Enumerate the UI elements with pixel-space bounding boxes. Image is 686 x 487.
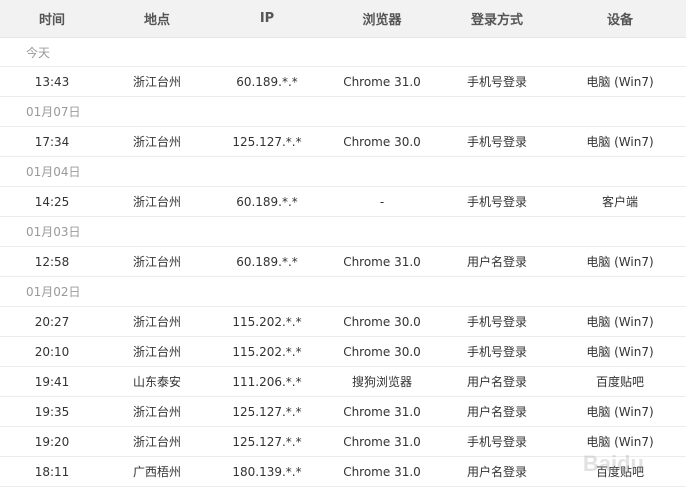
table-row: 13:43 浙江台州 60.189.*.* Chrome 31.0 手机号登录 电脑 (W… xyxy=(0,66,686,97)
table-row: 20:10 浙江台州 115.202.*.* Chrome 30.0 手机号登录 电脑 (… xyxy=(0,336,686,367)
date-label: 01月02日 xyxy=(0,276,686,307)
header-row: 时间 地点 IP 浏览器 登录方式 设备 xyxy=(0,0,686,38)
table-row: 19:20 浙江台州 125.127.*.* Chrome 31.0 手机号登录 电脑 (… xyxy=(0,426,686,457)
ip-cell: 60.189.*.* xyxy=(210,186,324,217)
browser-cell: Chrome 31.0 xyxy=(324,426,440,457)
time-cell: 14:25 xyxy=(0,186,104,217)
table-row: 19:41 山东泰安 111.206.*.* 搜狗浏览器 用户名登录 百度贴吧 xyxy=(0,366,686,397)
login-method-cell: 手机号登录 xyxy=(440,336,554,367)
device-cell: 电脑 (Win7) xyxy=(554,306,686,337)
login-method-cell: 手机号登录 xyxy=(440,126,554,157)
ip-cell: 115.202.*.* xyxy=(210,336,324,367)
login-method-cell: 用户名登录 xyxy=(440,396,554,427)
date-label: 01月07日 xyxy=(0,96,686,127)
date-group-row: 今天 xyxy=(0,37,686,67)
location-cell: 浙江台州 xyxy=(104,396,210,427)
column-header-ip: IP xyxy=(210,0,324,38)
date-group-row: 01月04日 xyxy=(0,156,686,187)
device-cell: 电脑 (Win7) xyxy=(554,396,686,427)
login-history-table: 时间 地点 IP 浏览器 登录方式 设备 今天 13:43 浙江台州 60.189.*… xyxy=(0,0,686,487)
location-cell: 浙江台州 xyxy=(104,336,210,367)
login-method-cell: 手机号登录 xyxy=(440,426,554,457)
date-label: 今天 xyxy=(0,37,686,67)
browser-cell: Chrome 31.0 xyxy=(324,396,440,427)
device-cell: 电脑 (Win7) xyxy=(554,66,686,97)
location-cell: 广西梧州 xyxy=(104,456,210,487)
login-method-cell: 用户名登录 xyxy=(440,456,554,487)
device-cell: 客户端 xyxy=(554,186,686,217)
time-cell: 19:20 xyxy=(0,426,104,457)
table-row: 19:35 浙江台州 125.127.*.* Chrome 31.0 用户名登录 电脑 (… xyxy=(0,396,686,427)
device-cell: 电脑 (Win7) xyxy=(554,336,686,367)
column-header-login-method: 登录方式 xyxy=(440,0,554,38)
ip-cell: 180.139.*.* xyxy=(210,456,324,487)
date-label: 01月03日 xyxy=(0,216,686,247)
time-cell: 20:10 xyxy=(0,336,104,367)
browser-cell: Chrome 31.0 xyxy=(324,246,440,277)
column-header-browser: 浏览器 xyxy=(324,0,440,38)
location-cell: 浙江台州 xyxy=(104,186,210,217)
device-cell: 电脑 (Win7) xyxy=(554,426,686,457)
login-method-cell: 手机号登录 xyxy=(440,306,554,337)
device-cell: 电脑 (Win7) xyxy=(554,246,686,277)
login-method-cell: 手机号登录 xyxy=(440,66,554,97)
table-row: 20:27 浙江台州 115.202.*.* Chrome 30.0 手机号登录 电脑 (… xyxy=(0,306,686,337)
browser-cell: 搜狗浏览器 xyxy=(324,366,440,397)
table-header: 时间 地点 IP 浏览器 登录方式 设备 xyxy=(0,0,686,38)
ip-cell: 125.127.*.* xyxy=(210,126,324,157)
ip-cell: 60.189.*.* xyxy=(210,246,324,277)
login-method-cell: 用户名登录 xyxy=(440,246,554,277)
time-cell: 19:41 xyxy=(0,366,104,397)
column-header-time: 时间 xyxy=(0,0,104,38)
browser-cell: Chrome 30.0 xyxy=(324,306,440,337)
table-row: 14:25 浙江台州 60.189.*.* - 手机号登录 客户端 xyxy=(0,186,686,217)
table-row: 17:34 浙江台州 125.127.*.* Chrome 30.0 手机号登录 电脑 (… xyxy=(0,126,686,157)
table-body: 今天 13:43 浙江台州 60.189.*.* Chrome 31.0 手机号登录 电脑 … xyxy=(0,37,686,487)
time-cell: 12:58 xyxy=(0,246,104,277)
ip-cell: 60.189.*.* xyxy=(210,66,324,97)
time-cell: 13:43 xyxy=(0,66,104,97)
location-cell: 浙江台州 xyxy=(104,246,210,277)
ip-cell: 111.206.*.* xyxy=(210,366,324,397)
table-row: 18:11 广西梧州 180.139.*.* Chrome 31.0 用户名登录 百度贴吧 xyxy=(0,456,686,487)
login-method-cell: 手机号登录 xyxy=(440,186,554,217)
login-method-cell: 用户名登录 xyxy=(440,366,554,397)
device-cell: 百度贴吧 xyxy=(554,456,686,487)
location-cell: 浙江台州 xyxy=(104,66,210,97)
location-cell: 浙江台州 xyxy=(104,306,210,337)
time-cell: 19:35 xyxy=(0,396,104,427)
location-cell: 浙江台州 xyxy=(104,126,210,157)
time-cell: 20:27 xyxy=(0,306,104,337)
ip-cell: 125.127.*.* xyxy=(210,396,324,427)
browser-cell: - xyxy=(324,186,440,217)
ip-cell: 125.127.*.* xyxy=(210,426,324,457)
date-group-row: 01月07日 xyxy=(0,96,686,127)
browser-cell: Chrome 30.0 xyxy=(324,336,440,367)
table-row: 12:58 浙江台州 60.189.*.* Chrome 31.0 用户名登录 电脑 (W… xyxy=(0,246,686,277)
date-group-row: 01月03日 xyxy=(0,216,686,247)
date-group-row: 01月02日 xyxy=(0,276,686,307)
location-cell: 浙江台州 xyxy=(104,426,210,457)
device-cell: 电脑 (Win7) xyxy=(554,126,686,157)
time-cell: 18:11 xyxy=(0,456,104,487)
date-label: 01月04日 xyxy=(0,156,686,187)
location-cell: 山东泰安 xyxy=(104,366,210,397)
column-header-device: 设备 xyxy=(554,0,686,38)
time-cell: 17:34 xyxy=(0,126,104,157)
browser-cell: Chrome 31.0 xyxy=(324,456,440,487)
browser-cell: Chrome 30.0 xyxy=(324,126,440,157)
column-header-location: 地点 xyxy=(104,0,210,38)
ip-cell: 115.202.*.* xyxy=(210,306,324,337)
device-cell: 百度贴吧 xyxy=(554,366,686,397)
browser-cell: Chrome 31.0 xyxy=(324,66,440,97)
